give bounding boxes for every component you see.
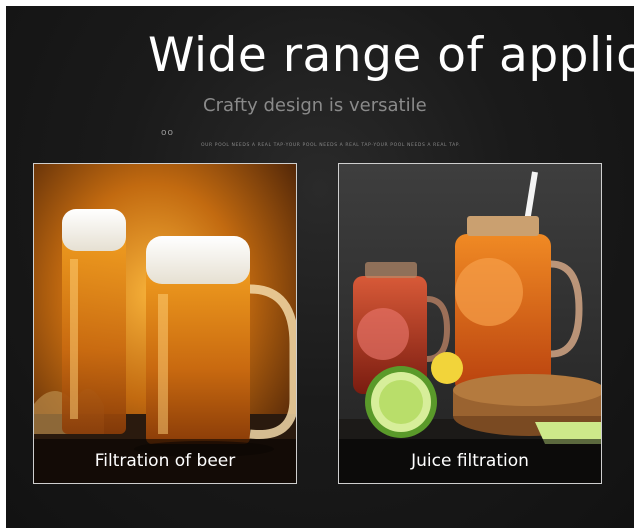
card-caption-juice: Juice filtration	[339, 439, 601, 483]
card-beer-filtration: Filtration of beer	[33, 163, 297, 484]
card-caption-beer: Filtration of beer	[34, 439, 296, 483]
card-juice-filtration: Juice filtration	[338, 163, 602, 484]
banner-subtitle: Crafty design is versatile	[203, 95, 427, 116]
application-banner: Wide range of applicat Crafty design is …	[6, 6, 634, 528]
banner-title: Wide range of applicat	[148, 28, 634, 83]
beer-mugs-photo	[34, 164, 296, 483]
banner-tagline: OUR POOL NEEDS A REAL TAP·YOUR POOL NEED…	[201, 143, 461, 148]
decorative-dots: oo	[161, 128, 175, 138]
juice-jars-photo	[339, 164, 601, 483]
